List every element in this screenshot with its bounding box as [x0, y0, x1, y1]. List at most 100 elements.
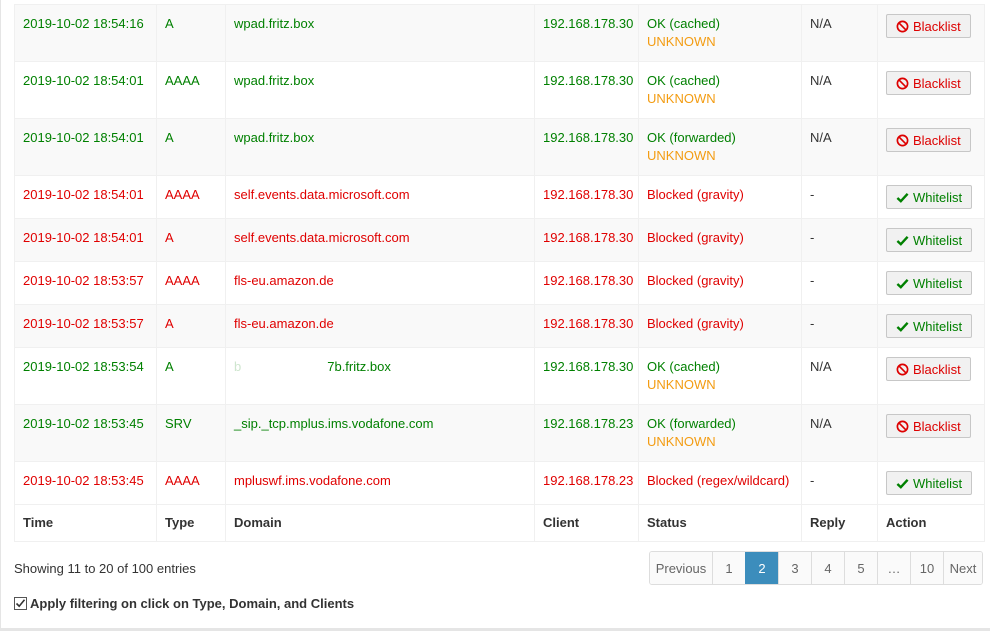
- apply-filtering-checkbox[interactable]: [14, 597, 27, 610]
- domain-text[interactable]: _sip._tcp.mplus.ims.vodafone.com: [234, 416, 433, 431]
- type-cell[interactable]: AAAA: [156, 175, 226, 219]
- blacklist-button[interactable]: Blacklist: [886, 71, 971, 95]
- client-cell[interactable]: 192.168.178.30: [534, 261, 639, 305]
- status-cell: OK (forwarded) UNKNOWN: [638, 118, 802, 176]
- action-button-label: Whitelist: [913, 189, 963, 205]
- client-cell[interactable]: 192.168.178.23: [534, 404, 639, 462]
- pagination-page-4[interactable]: 4: [811, 552, 844, 584]
- type-cell-text[interactable]: AAAA: [165, 73, 200, 88]
- domain-cell[interactable]: fls-eu.amazon.de: [225, 261, 535, 305]
- type-cell-text[interactable]: A: [165, 130, 174, 145]
- status-unknown-text: UNKNOWN: [647, 91, 716, 106]
- reply-text: N/A: [810, 130, 832, 145]
- domain-cell[interactable]: fls-eu.amazon.de: [225, 304, 535, 348]
- client-cell-text[interactable]: 192.168.178.23: [543, 416, 633, 431]
- type-cell[interactable]: AAAA: [156, 61, 226, 119]
- domain-cell[interactable]: wpad.fritz.box: [225, 61, 535, 119]
- client-cell-text[interactable]: 192.168.178.30: [543, 316, 633, 331]
- type-cell-text[interactable]: AAAA: [165, 473, 200, 488]
- client-cell-text[interactable]: 192.168.178.30: [543, 130, 633, 145]
- whitelist-button[interactable]: Whitelist: [886, 228, 973, 252]
- column-header-status[interactable]: Status: [638, 504, 802, 542]
- domain-text[interactable]: wpad.fritz.box: [234, 130, 314, 145]
- client-cell-text[interactable]: 192.168.178.30: [543, 230, 633, 245]
- blacklist-button[interactable]: Blacklist: [886, 128, 971, 152]
- type-cell-text[interactable]: A: [165, 359, 174, 374]
- blacklist-button[interactable]: Blacklist: [886, 414, 971, 438]
- pagination-page-2[interactable]: 2: [745, 552, 778, 584]
- type-cell[interactable]: A: [156, 118, 226, 176]
- column-header-type[interactable]: Type: [156, 504, 226, 542]
- domain-cell[interactable]: mpluswf.ims.vodafone.com: [225, 461, 535, 505]
- action-button-label: Whitelist: [913, 275, 963, 291]
- type-cell-text[interactable]: A: [165, 316, 174, 331]
- domain-text[interactable]: fls-eu.amazon.de: [234, 316, 334, 331]
- reply-cell: N/A: [801, 4, 878, 62]
- table-row: 2019-10-02 18:53:45 SRV _sip._tcp.mplus.im…: [14, 404, 985, 462]
- client-cell-text[interactable]: 192.168.178.30: [543, 273, 633, 288]
- domain-text[interactable]: fls-eu.amazon.de: [234, 273, 334, 288]
- whitelist-button[interactable]: Whitelist: [886, 185, 973, 209]
- client-cell[interactable]: 192.168.178.30: [534, 175, 639, 219]
- whitelist-button[interactable]: Whitelist: [886, 314, 973, 338]
- column-header-domain[interactable]: Domain: [225, 504, 535, 542]
- domain-text[interactable]: self.events.data.microsoft.com: [234, 230, 410, 245]
- type-cell-text[interactable]: A: [165, 230, 174, 245]
- reply-text: N/A: [810, 73, 832, 88]
- pagination-page-10[interactable]: 10: [910, 552, 943, 584]
- blacklist-button[interactable]: Blacklist: [886, 357, 971, 381]
- client-cell[interactable]: 192.168.178.30: [534, 304, 639, 348]
- client-cell[interactable]: 192.168.178.23: [534, 461, 639, 505]
- type-cell[interactable]: SRV: [156, 404, 226, 462]
- pagination-page-1[interactable]: 1: [712, 552, 745, 584]
- type-cell[interactable]: A: [156, 347, 226, 405]
- check-icon: [896, 278, 909, 289]
- client-cell[interactable]: 192.168.178.30: [534, 347, 639, 405]
- blacklist-button[interactable]: Blacklist: [886, 14, 971, 38]
- apply-filtering-option[interactable]: Apply filtering on click on Type, Domain…: [14, 596, 354, 611]
- domain-cell[interactable]: _sip._tcp.mplus.ims.vodafone.com: [225, 404, 535, 462]
- status-text: OK (forwarded): [647, 416, 736, 431]
- domain-text[interactable]: mpluswf.ims.vodafone.com: [234, 473, 391, 488]
- type-cell[interactable]: A: [156, 304, 226, 348]
- status-unknown-text: UNKNOWN: [647, 434, 716, 449]
- domain-text[interactable]: wpad.fritz.box: [234, 73, 314, 88]
- whitelist-button[interactable]: Whitelist: [886, 271, 973, 295]
- type-cell-text[interactable]: AAAA: [165, 187, 200, 202]
- type-cell-text[interactable]: SRV: [165, 416, 192, 431]
- domain-cell[interactable]: self.events.data.microsoft.com: [225, 175, 535, 219]
- domain-text[interactable]: 7b.fritz.box: [327, 359, 391, 374]
- type-cell[interactable]: AAAA: [156, 261, 226, 305]
- domain-cell[interactable]: b 7b.fritz.box: [225, 347, 535, 405]
- reply-text: -: [810, 316, 815, 331]
- pagination-page-3[interactable]: 3: [778, 552, 811, 584]
- client-cell-text[interactable]: 192.168.178.30: [543, 16, 633, 31]
- time-cell-text: 2019-10-02 18:53:57: [23, 316, 144, 331]
- type-cell-text[interactable]: AAAA: [165, 273, 200, 288]
- client-cell-text[interactable]: 192.168.178.30: [543, 187, 633, 202]
- column-header-client[interactable]: Client: [534, 504, 639, 542]
- domain-cell[interactable]: wpad.fritz.box: [225, 4, 535, 62]
- client-cell-text[interactable]: 192.168.178.30: [543, 73, 633, 88]
- client-cell-text[interactable]: 192.168.178.30: [543, 359, 633, 374]
- type-cell[interactable]: A: [156, 218, 226, 262]
- client-cell[interactable]: 192.168.178.30: [534, 4, 639, 62]
- pagination-previous[interactable]: Previous: [650, 552, 712, 584]
- domain-cell[interactable]: wpad.fritz.box: [225, 118, 535, 176]
- column-header-time[interactable]: Time: [14, 504, 157, 542]
- whitelist-button[interactable]: Whitelist: [886, 471, 973, 495]
- client-cell-text[interactable]: 192.168.178.23: [543, 473, 633, 488]
- pagination-page-5[interactable]: 5: [844, 552, 877, 584]
- type-cell[interactable]: A: [156, 4, 226, 62]
- type-cell-text[interactable]: A: [165, 16, 174, 31]
- client-cell[interactable]: 192.168.178.30: [534, 61, 639, 119]
- domain-text[interactable]: wpad.fritz.box: [234, 16, 314, 31]
- column-header-reply[interactable]: Reply: [801, 504, 878, 542]
- client-cell[interactable]: 192.168.178.30: [534, 218, 639, 262]
- client-cell[interactable]: 192.168.178.30: [534, 118, 639, 176]
- pagination-next[interactable]: Next: [943, 552, 982, 584]
- domain-cell[interactable]: self.events.data.microsoft.com: [225, 218, 535, 262]
- pagination-ellipsis[interactable]: …: [877, 552, 910, 584]
- type-cell[interactable]: AAAA: [156, 461, 226, 505]
- domain-text[interactable]: self.events.data.microsoft.com: [234, 187, 410, 202]
